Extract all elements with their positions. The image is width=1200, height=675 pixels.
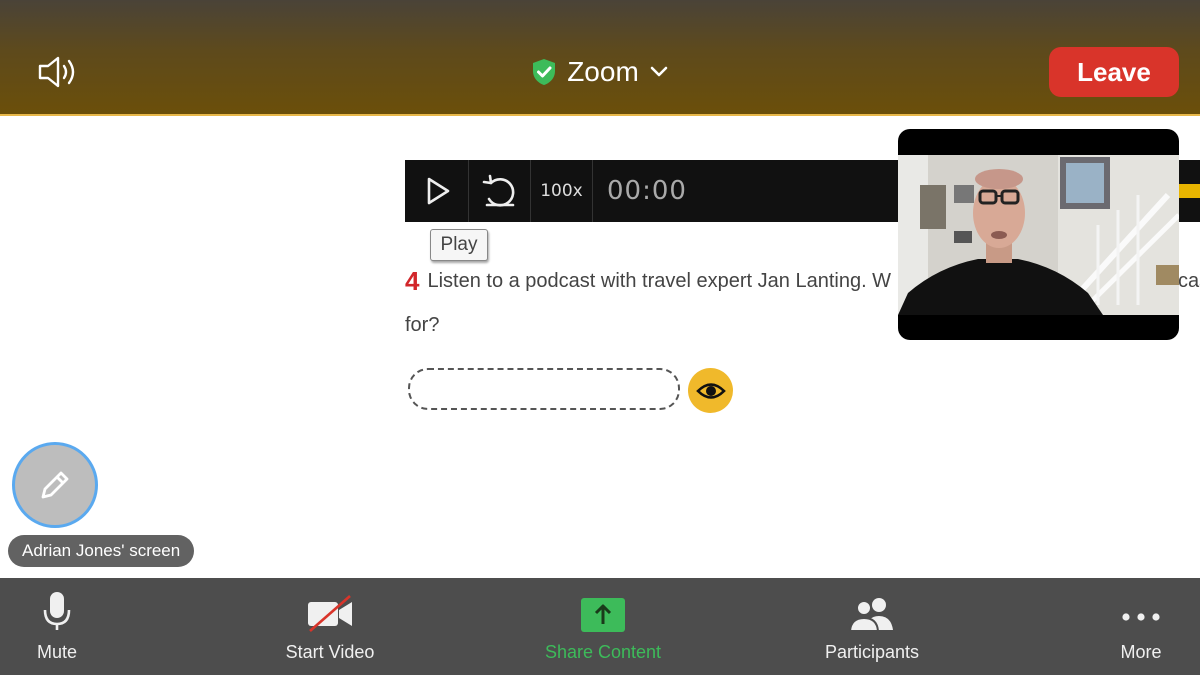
time-display: 00:00 [607, 176, 687, 206]
share-arrow-icon [581, 598, 625, 632]
more-label: More [1120, 642, 1162, 662]
pencil-icon [41, 471, 69, 499]
participants-label: Participants [824, 642, 920, 662]
participants-button[interactable]: Participants [812, 578, 932, 675]
meeting-title: Zoom [567, 56, 639, 87]
more-button[interactable]: More [1111, 578, 1171, 675]
speed-button[interactable]: 100x [531, 160, 593, 222]
exercise-number: 4 [405, 265, 420, 296]
play-tooltip: Play [430, 229, 488, 261]
shield-check-icon [533, 59, 556, 85]
answer-field[interactable] [408, 368, 680, 410]
replay-icon [482, 174, 514, 207]
video-off-icon [308, 595, 352, 632]
top-bar: Zoom Leave [0, 0, 1200, 116]
progress-accent [1178, 184, 1200, 198]
screen-owner-label: Adrian Jones' screen [8, 535, 195, 567]
share-content-button[interactable]: Share Content [533, 578, 673, 675]
more-dots-icon [1122, 613, 1160, 621]
bottom-toolbar: Mute Start Video Share Content Participa… [0, 578, 1200, 675]
mute-label: Mute [36, 642, 78, 662]
meeting-title-dropdown[interactable]: Zoom [0, 52, 1200, 92]
participant-video-thumbnail[interactable] [898, 129, 1179, 340]
mute-button[interactable]: Mute [27, 578, 87, 675]
play-icon [427, 177, 449, 205]
exercise-text-continuation: for? [405, 314, 440, 336]
play-button[interactable] [405, 160, 469, 222]
share-content-label: Share Content [544, 642, 662, 662]
leave-button[interactable]: Leave [1049, 47, 1179, 97]
chevron-down-icon [650, 66, 668, 77]
start-video-button[interactable]: Start Video [270, 578, 390, 675]
reveal-answer-button[interactable] [688, 368, 733, 413]
exercise-text-tail: cas [1178, 269, 1200, 292]
exercise-text: Listen to a podcast with travel expert J… [427, 269, 892, 292]
speed-label: 100x [540, 181, 583, 201]
replay-button[interactable] [469, 160, 531, 222]
participants-icon [849, 598, 893, 632]
start-video-label: Start Video [285, 642, 375, 662]
microphone-icon [43, 592, 71, 630]
annotate-button[interactable] [12, 442, 98, 528]
eye-icon [695, 382, 726, 399]
participant-video-image [898, 155, 1179, 315]
